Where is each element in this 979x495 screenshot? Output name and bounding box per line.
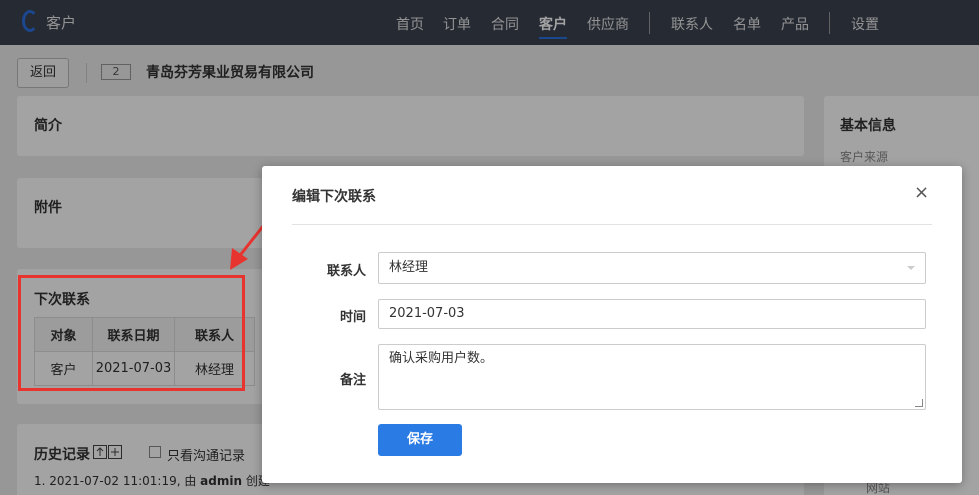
note-label: 备注 <box>339 373 366 388</box>
dialog-title: 编辑下次联系 <box>292 189 376 205</box>
contact-select-value: 林经理 <box>389 260 429 275</box>
resize-grip-icon[interactable] <box>915 399 923 407</box>
note-textarea[interactable]: 确认采购用户数。 <box>378 344 926 410</box>
time-label: 时间 <box>339 310 366 325</box>
chevron-down-icon <box>907 266 915 270</box>
contact-select[interactable]: 林经理 <box>378 252 926 284</box>
dialog-divider <box>292 224 932 225</box>
edit-next-contact-dialog: 编辑下次联系 × 联系人 林经理 时间 2021-07-03 备注 确认采购用户… <box>262 166 962 483</box>
contact-label: 联系人 <box>326 264 366 279</box>
time-input[interactable]: 2021-07-03 <box>378 299 926 329</box>
time-input-value: 2021-07-03 <box>389 306 465 321</box>
annotation-highlight-box <box>18 275 245 391</box>
close-icon[interactable]: × <box>914 182 929 203</box>
note-textarea-value: 确认采购用户数。 <box>389 351 494 366</box>
save-button[interactable]: 保存 <box>378 424 462 456</box>
